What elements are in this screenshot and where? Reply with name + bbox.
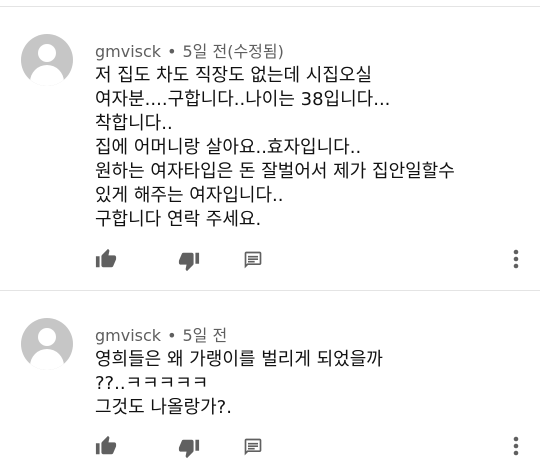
- comment-meta: gmvisck • 5일 전(수정됨): [95, 38, 284, 62]
- comment-line: 집에 어머니랑 살아요..효자입니다..: [95, 137, 362, 158]
- more-vertical-icon[interactable]: [510, 247, 522, 271]
- top-divider: [0, 6, 540, 7]
- comment-meta: gmvisck • 5일 전: [95, 322, 227, 346]
- avatar-body: [30, 65, 64, 86]
- comment-time[interactable]: 5일 전(수정됨): [183, 42, 284, 61]
- comment-reply-icon[interactable]: [243, 437, 263, 457]
- thumbs-down-icon[interactable]: [178, 250, 200, 272]
- comment-reply-icon[interactable]: [243, 250, 263, 270]
- comment-line: 착합니다..: [95, 113, 173, 134]
- author-name[interactable]: gmvisck: [95, 42, 161, 61]
- comment-line: 저 집도 차도 직장도 없는데 시집오실: [95, 65, 373, 86]
- author-name[interactable]: gmvisck: [95, 326, 161, 345]
- comment-actions: [0, 432, 540, 462]
- meta-separator: •: [167, 42, 177, 61]
- comment-text: 영희들은 왜 가랭이를 벌리게 되었을까 ??..ㅋㅋㅋㅋㅋ 그것도 나올랑가?…: [95, 348, 515, 420]
- comment-text: 저 집도 차도 직장도 없는데 시집오실 여자분....구합니다..나이는 38…: [95, 64, 515, 232]
- comment-line: 그것도 나올랑가?.: [95, 397, 232, 418]
- more-vertical-icon[interactable]: [510, 434, 522, 458]
- avatar-head: [38, 44, 56, 62]
- comment-line: 있게 해주는 여자입니다..: [95, 185, 284, 206]
- comment-line: 구합니다 연락 주세요.: [95, 209, 262, 230]
- meta-separator: •: [167, 326, 177, 345]
- avatar[interactable]: [21, 318, 73, 370]
- thumbs-down-icon[interactable]: [178, 437, 200, 459]
- comment-actions: [0, 245, 540, 275]
- comment-line: 여자분....구합니다..나이는 38입니다...: [95, 89, 391, 110]
- comment-line: 원하는 여자타입은 돈 잘벌어서 제가 집안일할수: [95, 161, 455, 182]
- avatar-head: [38, 328, 56, 346]
- comment-item: gmvisck • 5일 전(수정됨) 저 집도 차도 직장도 없는데 시집오실 여…: [0, 8, 540, 290]
- thumbs-up-icon[interactable]: [95, 435, 117, 457]
- avatar-body: [30, 349, 64, 370]
- comment-line: 영희들은 왜 가랭이를 벌리게 되었을까: [95, 349, 383, 370]
- comment-item: gmvisck • 5일 전 영희들은 왜 가랭이를 벌리게 되었을까 ??..ㅋㅋ…: [0, 292, 540, 474]
- avatar[interactable]: [21, 34, 73, 86]
- comment-line: ??..ㅋㅋㅋㅋㅋ: [95, 373, 209, 394]
- thumbs-up-icon[interactable]: [95, 248, 117, 270]
- comment-time[interactable]: 5일 전: [183, 326, 228, 345]
- comment-divider: [0, 290, 540, 291]
